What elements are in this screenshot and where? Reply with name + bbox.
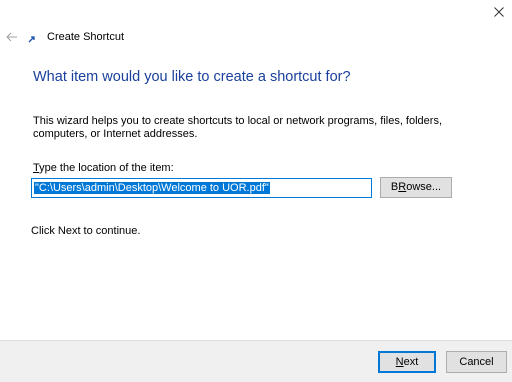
page-heading: What item would you like to create a sho… [33, 69, 351, 85]
location-input[interactable]: "C:\Users\admin\Desktop\Welcome to UOR.p… [31, 178, 372, 198]
location-input-value: "C:\Users\admin\Desktop\Welcome to UOR.p… [34, 182, 270, 194]
next-label-mnemonic: N [395, 356, 404, 368]
next-label-text: ext [403, 356, 419, 368]
cancel-button[interactable]: Cancel [446, 351, 507, 373]
back-button[interactable] [4, 30, 20, 44]
location-label-text: ype the location of the item: [39, 162, 174, 174]
continue-hint: Click Next to continue. [31, 225, 141, 237]
close-icon [494, 7, 504, 17]
wizard-title: Create Shortcut [47, 31, 125, 43]
back-arrow-icon [6, 32, 17, 42]
close-button[interactable] [488, 2, 510, 22]
wizard-description: This wizard helps you to create shortcut… [33, 115, 443, 140]
browse-label-text: owse... [406, 181, 442, 193]
shortcut-icon [28, 35, 36, 43]
next-button[interactable]: Next [378, 351, 436, 373]
browse-button[interactable]: BRowse... [380, 177, 452, 198]
location-label: Type the location of the item: [33, 162, 174, 174]
